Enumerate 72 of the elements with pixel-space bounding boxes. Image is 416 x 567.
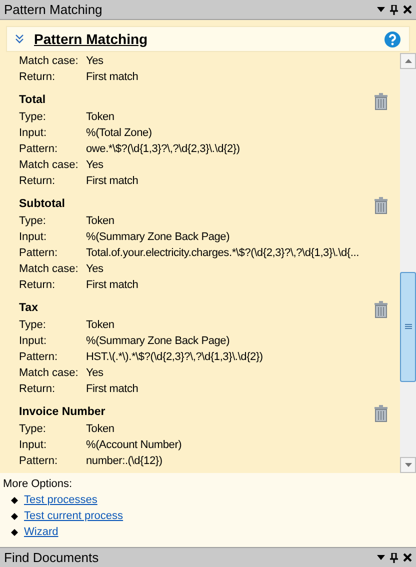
field-value: Token <box>86 318 114 333</box>
field-label: Return: <box>19 174 56 189</box>
scroll-thumb[interactable] <box>400 272 416 382</box>
field-value: number:.(\d{12}) <box>86 454 162 469</box>
entry-title: Invoice Number <box>19 405 106 420</box>
trash-icon[interactable] <box>374 300 388 318</box>
trash-icon[interactable] <box>374 404 388 422</box>
field-value: Token <box>86 214 114 229</box>
field-label: Type: <box>19 318 47 333</box>
field-label: Pattern: <box>19 454 59 469</box>
field-value: Yes <box>86 54 104 69</box>
field-label: Pattern: <box>19 350 59 365</box>
help-icon[interactable] <box>384 30 401 48</box>
field-label: Return: <box>19 278 56 293</box>
field-value: %(Account Number) <box>86 438 182 453</box>
field-label: Input: <box>19 438 48 453</box>
scroll-down-button[interactable] <box>400 457 416 473</box>
field-value: Token <box>86 422 114 437</box>
field-value: Yes <box>86 366 104 381</box>
field-label: Match case: <box>19 366 80 381</box>
option-link[interactable]: Test current process <box>24 508 124 524</box>
field-label: Pattern: <box>19 246 59 261</box>
field-value: HST.\(.*\).*\$?(\d{2,3}?\,?\d{1,3}\.\d{2}) <box>86 350 263 365</box>
field-value: First match <box>86 278 138 293</box>
field-value: Total.of.your.electricity.charges.*\$?(\d{2,3}?\,?\d{1,3}\.\d{... <box>86 246 359 261</box>
field-value: %(Summary Zone Back Page) <box>86 334 230 349</box>
field-label: Pattern: <box>19 142 59 157</box>
down-arrow-icon <box>404 463 412 467</box>
field-value: First match <box>86 382 138 397</box>
field-label: Type: <box>19 110 47 125</box>
field-label: Return: <box>19 382 56 397</box>
dropdown-icon[interactable] <box>377 555 385 560</box>
pane-title: Find Documents <box>4 548 99 567</box>
pin-icon[interactable] <box>390 552 398 562</box>
entry-title: Total <box>19 93 46 108</box>
field-value: First match <box>86 174 138 189</box>
trash-icon[interactable] <box>374 196 388 214</box>
entry-title: Tax <box>19 301 38 316</box>
bullet-icon <box>11 528 18 536</box>
field-label: Input: <box>19 334 48 349</box>
field-label: Match case: <box>19 54 80 69</box>
field-value: Yes <box>86 158 104 173</box>
field-value: First match <box>86 70 138 85</box>
bullet-icon <box>11 496 18 504</box>
field-label: Type: <box>19 422 47 437</box>
field-label: Match case: <box>19 158 80 173</box>
close-icon[interactable] <box>403 5 412 14</box>
up-arrow-icon <box>404 59 412 63</box>
field-value: owe.*\$?(\d{1,3}?\,?\d{2,3}\.\d{2}) <box>86 142 240 157</box>
dropdown-icon[interactable] <box>377 7 385 12</box>
close-icon[interactable] <box>403 553 412 562</box>
section-title[interactable]: Pattern Matching <box>34 28 148 50</box>
field-label: Type: <box>19 214 47 229</box>
pane-title: Pattern Matching <box>4 0 102 19</box>
field-value: %(Total Zone) <box>86 126 152 141</box>
scrollbar[interactable] <box>400 53 416 473</box>
option-link[interactable]: Test processes <box>24 492 98 508</box>
field-label: Match case: <box>19 262 80 277</box>
field-label: Input: <box>19 126 48 141</box>
entry-title: Subtotal <box>19 197 65 212</box>
more-options-label: More Options: <box>3 477 74 492</box>
trash-icon[interactable] <box>374 92 388 110</box>
collapse-icon[interactable] <box>15 34 24 44</box>
field-label: Input: <box>19 230 48 245</box>
bullet-icon <box>11 512 18 520</box>
scroll-up-button[interactable] <box>400 53 416 69</box>
field-value: Token <box>86 110 114 125</box>
field-value: Yes <box>86 262 104 277</box>
pin-icon[interactable] <box>390 4 398 14</box>
field-label: Return: <box>19 70 56 85</box>
field-value: %(Summary Zone Back Page) <box>86 230 230 245</box>
option-link[interactable]: Wizard <box>24 524 58 540</box>
